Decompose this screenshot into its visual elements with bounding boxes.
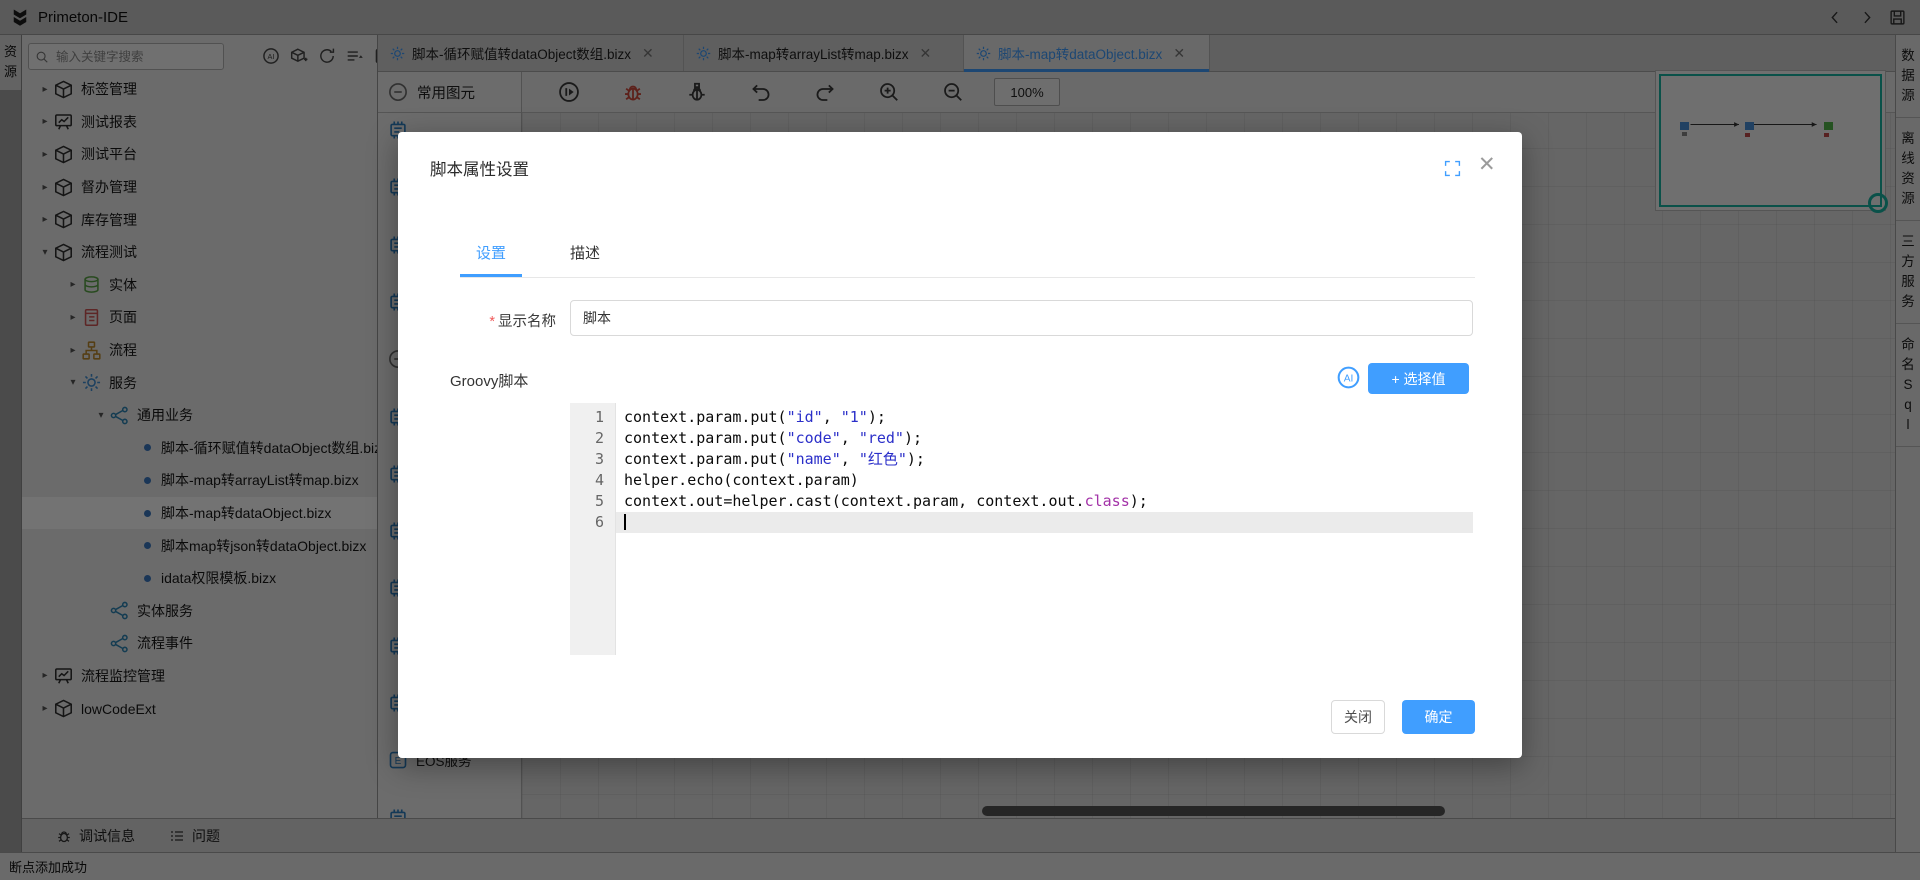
code-token: helper.echo(context.param)	[624, 471, 859, 489]
code-token: "1"	[841, 408, 868, 426]
close-icon[interactable]: ✕	[1478, 154, 1496, 175]
code-token: class	[1085, 492, 1130, 510]
app-window: Primeton-IDE 资源 AI	[0, 0, 1920, 880]
script-properties-dialog: 脚本属性设置 ✕ 设置 描述 *显示名称 Groovy脚本 AI + 选择值 12…	[398, 132, 1522, 758]
code-token: "name"	[787, 450, 841, 468]
code-token: "id"	[787, 408, 823, 426]
code-token: );	[1130, 492, 1148, 510]
dialog-title: 脚本属性设置	[430, 156, 529, 180]
line-number: 1	[570, 407, 604, 428]
code-token: "红色"	[859, 450, 907, 468]
line-number: 5	[570, 491, 604, 512]
display-name-input[interactable]	[570, 300, 1473, 336]
code-token: ,	[841, 429, 859, 447]
dialog-tab-description[interactable]: 描述	[570, 231, 600, 277]
line-number: 2	[570, 428, 604, 449]
code-token: );	[868, 408, 886, 426]
svg-text:AI: AI	[1344, 374, 1354, 385]
dialog-close-button[interactable]: 关闭	[1331, 700, 1385, 734]
code-token: ,	[841, 450, 859, 468]
line-number: 4	[570, 470, 604, 491]
text-cursor	[624, 514, 626, 530]
code-token: context.param.put(	[624, 450, 787, 468]
fullscreen-icon[interactable]	[1444, 160, 1461, 177]
editor-gutter: 123456	[570, 403, 616, 655]
line-number: 6	[570, 512, 604, 533]
code-token: "code"	[787, 429, 841, 447]
code-line: context.param.put("name", "红色");	[616, 449, 1473, 470]
required-mark: *	[489, 314, 495, 330]
code-line	[616, 512, 1473, 533]
code-token: context.out=helper.cast(context.param, c…	[624, 492, 1085, 510]
groovy-script-label: Groovy脚本	[450, 370, 528, 391]
code-line: context.param.put("code", "red");	[616, 428, 1473, 449]
code-token: );	[904, 429, 922, 447]
dialog-tab-settings[interactable]: 设置	[476, 231, 506, 277]
code-token: ,	[823, 408, 841, 426]
code-line: context.param.put("id", "1");	[616, 407, 1473, 428]
ai-generate-icon[interactable]: AI	[1336, 365, 1361, 390]
code-line: helper.echo(context.param)	[616, 470, 1473, 491]
groovy-code-editor[interactable]: 123456 context.param.put("id", "1");cont…	[570, 403, 1473, 655]
dialog-tabs: 设置 描述	[460, 231, 1475, 278]
dialog-ok-button[interactable]: 确定	[1402, 700, 1475, 734]
display-name-label: *显示名称	[460, 310, 556, 331]
editor-code[interactable]: context.param.put("id", "1");context.par…	[616, 403, 1473, 655]
code-token: context.param.put(	[624, 408, 787, 426]
code-line: context.out=helper.cast(context.param, c…	[616, 491, 1473, 512]
line-number: 3	[570, 449, 604, 470]
select-value-button[interactable]: + 选择值	[1368, 363, 1469, 394]
code-token: );	[907, 450, 925, 468]
code-token: "red"	[859, 429, 904, 447]
code-token: context.param.put(	[624, 429, 787, 447]
